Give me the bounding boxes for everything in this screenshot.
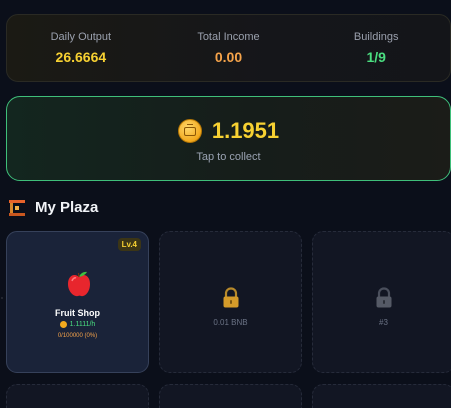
locked-slot-2[interactable]: 0.01 BNB <box>159 231 302 373</box>
building-rate: 1.1111/h <box>7 321 148 328</box>
building-card-fruit-shop[interactable]: Lv.4 Fruit Shop 1.1111/h 0/100000 (0%) <box>6 231 149 373</box>
locked-slot-3[interactable]: #3 <box>312 231 451 373</box>
building-name: Fruit Shop <box>55 308 100 318</box>
locked-slot-5[interactable] <box>159 384 302 408</box>
plaza-grid: Lv.4 Fruit Shop 1.1111/h 0/100000 (0%) 0… <box>0 0 451 408</box>
locked-slot-6[interactable] <box>312 384 451 408</box>
building-rate-value: 1.1111/h <box>69 321 96 328</box>
apple-icon <box>68 271 90 297</box>
coin-icon <box>59 321 67 328</box>
slot-number: #3 <box>379 318 388 327</box>
unlock-price: 0.01 BNB <box>213 318 248 327</box>
lock-icon <box>376 287 391 308</box>
building-progress: 0/100000 (0%) <box>57 333 98 339</box>
lock-icon <box>223 287 238 308</box>
level-badge: Lv.4 <box>117 238 141 251</box>
locked-slot-4[interactable] <box>6 384 149 408</box>
